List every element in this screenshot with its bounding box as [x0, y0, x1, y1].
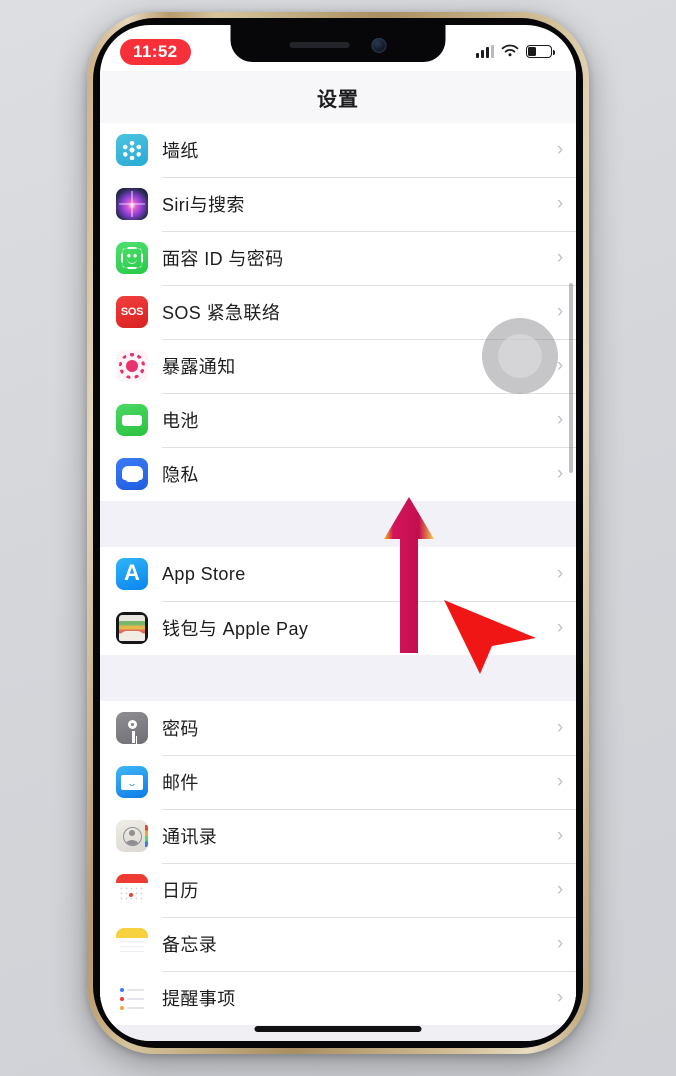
settings-row[interactable]: 隐私 › [100, 447, 576, 501]
sos-icon: SOS [116, 296, 148, 328]
navigation-bar: 设置 [100, 71, 576, 123]
privacy-hand-icon [116, 458, 148, 490]
settings-row-label: Siri与搜索 [162, 195, 245, 215]
wallet-icon [116, 612, 148, 644]
exposure-notification-icon [116, 350, 148, 382]
settings-row-label: 提醒事项 [162, 989, 236, 1009]
chevron-right-icon: › [556, 825, 564, 846]
settings-row-label: 隐私 [162, 465, 199, 485]
calendar-icon [116, 874, 148, 906]
contacts-icon [116, 820, 148, 852]
chevron-right-icon: › [556, 139, 564, 160]
chevron-right-icon: › [556, 563, 564, 584]
chevron-right-icon: › [556, 193, 564, 214]
settings-row-label: 日历 [162, 881, 199, 901]
settings-row[interactable]: 密码 › [100, 701, 576, 755]
settings-row[interactable]: App Store › [100, 547, 576, 601]
vertical-scrollbar[interactable] [569, 283, 573, 473]
settings-row-label: 备忘录 [162, 935, 218, 955]
settings-row[interactable]: 日历 › [100, 863, 576, 917]
settings-row-label: 通讯录 [162, 827, 218, 847]
notes-icon [116, 928, 148, 960]
settings-row[interactable]: 备忘录 › [100, 917, 576, 971]
chevron-right-icon: › [556, 771, 564, 792]
touch-indicator [482, 318, 558, 394]
battery-icon [526, 45, 555, 58]
chevron-right-icon: › [556, 717, 564, 738]
siri-icon [116, 188, 148, 220]
chevron-right-icon: › [556, 617, 564, 638]
phone-screen: 11:52 设置 墙纸 › Siri与搜索 › 面容 ID 与密码 › SOS SOS 紧急联… [100, 25, 576, 1041]
chevron-right-icon: › [556, 879, 564, 900]
iphone-device-frame: 11:52 设置 墙纸 › Siri与搜索 › 面容 ID 与密码 › SOS SOS 紧急联… [87, 12, 589, 1054]
settings-row[interactable]: 提醒事项 › [100, 971, 576, 1025]
section-gap [100, 655, 576, 701]
status-time-recording-badge: 11:52 [120, 39, 191, 65]
home-indicator[interactable] [254, 1026, 422, 1032]
section-apps: 密码 › 邮件 › 通讯录 › 日历 › 备忘录 › 提醒事项 › [100, 701, 576, 1025]
settings-row-label: SOS 紧急联络 [162, 303, 281, 323]
settings-row-label: App Store [162, 563, 246, 584]
settings-row[interactable]: 墙纸 › [100, 123, 576, 177]
settings-row[interactable]: 通讯录 › [100, 809, 576, 863]
settings-row[interactable]: 邮件 › [100, 755, 576, 809]
section-gap [100, 501, 576, 547]
cellular-signal-icon [476, 45, 494, 58]
settings-row-label: 面容 ID 与密码 [162, 249, 284, 269]
chevron-right-icon: › [556, 933, 564, 954]
settings-row-label: 密码 [162, 719, 199, 739]
battery-settings-icon [116, 404, 148, 436]
reminders-icon [116, 982, 148, 1014]
settings-row[interactable]: 钱包与 Apple Pay › [100, 601, 576, 655]
chevron-right-icon: › [556, 247, 564, 268]
settings-row-label: 墙纸 [162, 141, 199, 161]
status-indicators [476, 44, 555, 60]
earpiece-speaker-icon [289, 42, 350, 48]
page-title: 设置 [317, 88, 359, 111]
face-id-icon [116, 242, 148, 274]
front-camera-icon [371, 37, 387, 53]
settings-row-label: 邮件 [162, 773, 199, 793]
settings-list[interactable]: 墙纸 › Siri与搜索 › 面容 ID 与密码 › SOS SOS 紧急联络 › 暴露通知 › 电池… [100, 123, 576, 1041]
mail-icon [116, 766, 148, 798]
device-notch [230, 25, 446, 62]
chevron-right-icon: › [556, 987, 564, 1008]
wifi-icon [501, 44, 519, 57]
wallpaper-icon [116, 134, 148, 166]
section-system: 墙纸 › Siri与搜索 › 面容 ID 与密码 › SOS SOS 紧急联络 › 暴露通知 › 电池… [100, 123, 576, 501]
passwords-key-icon [116, 712, 148, 744]
section-store: App Store › 钱包与 Apple Pay › [100, 547, 576, 655]
settings-row[interactable]: 面容 ID 与密码 › [100, 231, 576, 285]
settings-row-label: 电池 [162, 411, 199, 431]
settings-row-label: 钱包与 Apple Pay [162, 619, 309, 639]
app-store-icon [116, 558, 148, 590]
settings-row[interactable]: Siri与搜索 › [100, 177, 576, 231]
settings-row[interactable]: 电池 › [100, 393, 576, 447]
